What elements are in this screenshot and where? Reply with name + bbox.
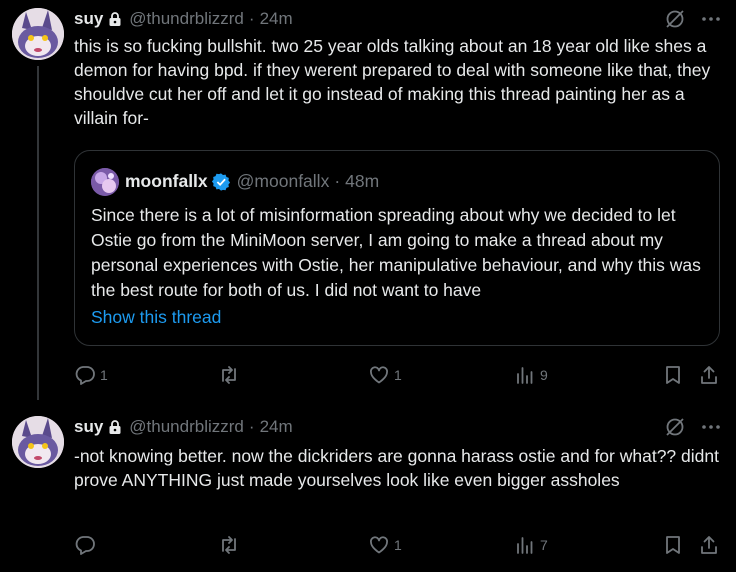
reply-button[interactable] [74,534,100,556]
grok-icon[interactable] [664,416,686,438]
tweet[interactable]: suy @thundrblizzrd · 24m -not knowing be… [0,408,736,572]
retweet-button[interactable] [218,534,244,556]
tweet-actions: 1 1 9 [74,364,724,390]
quoted-tweet[interactable]: moonfallx @moonfallx · 48m Since there i… [74,150,720,346]
share-icon [701,366,717,384]
user-handle[interactable]: @thundrblizzrd [129,417,244,437]
quote-display-name[interactable]: moonfallx [125,171,208,192]
quote-avatar[interactable] [91,168,119,196]
tweet-header: suy @thundrblizzrd · 24m [74,8,293,30]
more-icon[interactable] [700,8,722,30]
quote-text: Since there is a lot of misinformation s… [91,205,701,300]
share-button[interactable] [698,534,720,556]
timestamp[interactable]: 24m [260,9,293,29]
quote-timestamp[interactable]: 48m [345,171,379,192]
views-button[interactable]: 9 [514,364,548,386]
tweet-header: suy @thundrblizzrd · 24m [74,416,293,438]
grok-icon[interactable] [664,8,686,30]
timestamp[interactable]: 24m [260,417,293,437]
retweet-button[interactable] [218,364,244,386]
retweet-icon [222,366,236,384]
display-name[interactable]: suy [74,417,103,437]
bookmark-button[interactable] [662,534,684,556]
reply-count: 1 [100,367,108,383]
show-thread-link[interactable]: Show this thread [91,307,221,328]
verified-badge-icon [211,172,230,191]
like-icon [370,536,388,554]
share-button[interactable] [698,364,720,386]
user-handle[interactable]: @thundrblizzrd [129,9,244,29]
reply-button[interactable]: 1 [74,364,108,386]
separator-dot: · [248,417,255,436]
lock-icon [109,420,121,434]
view-count: 9 [540,367,548,383]
more-icon[interactable] [700,416,722,438]
bookmark-button[interactable] [662,364,684,386]
like-icon [370,366,388,384]
like-count: 1 [394,367,402,383]
tweet-actions: 1 7 [74,534,724,560]
like-button[interactable]: 1 [368,364,402,386]
bookmark-icon [666,536,680,554]
reply-icon [75,536,95,555]
retweet-icon [222,536,236,554]
quote-handle[interactable]: @moonfallx [237,171,330,192]
avatar[interactable] [12,416,64,468]
views-icon [517,367,533,384]
like-count: 1 [394,537,402,553]
lock-icon [109,12,121,26]
views-button[interactable]: 7 [514,534,548,556]
display-name[interactable]: suy [74,9,103,29]
quote-header: moonfallx @moonfallx · 48m [125,171,379,192]
tweet-text: this is so fucking bullshit. two 25 year… [74,36,711,128]
tweet[interactable]: suy @thundrblizzrd · 24m this is so fuck… [0,0,736,400]
tweet-text: -not knowing better. now the dickriders … [74,446,719,490]
avatar[interactable] [12,8,64,60]
bookmark-icon [666,366,680,384]
views-icon [517,537,533,554]
like-button[interactable]: 1 [368,534,402,556]
share-icon [701,536,717,554]
thread-line [37,66,39,400]
separator-dot: · [334,171,341,191]
separator-dot: · [248,9,255,28]
reply-icon [75,366,95,385]
view-count: 7 [540,537,548,553]
